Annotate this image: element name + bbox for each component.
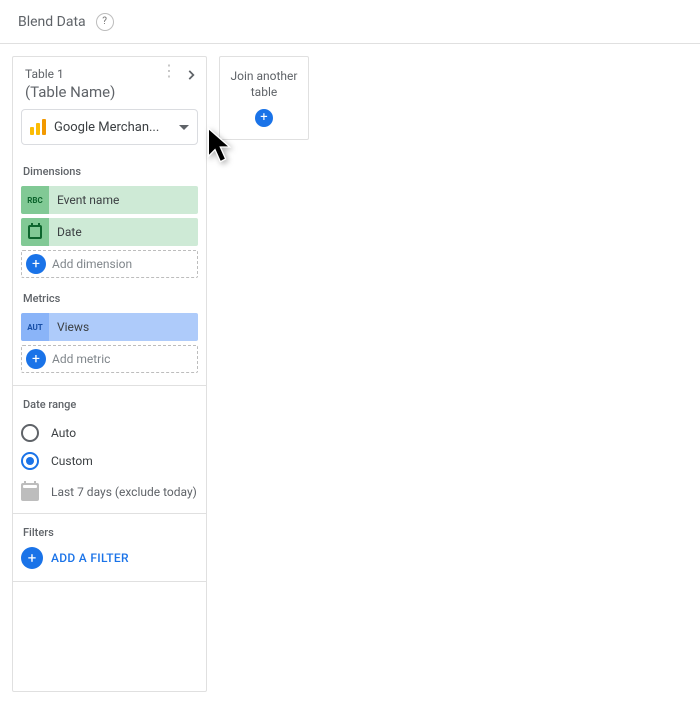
datasource-select[interactable]: Google Merchan... — [21, 109, 198, 145]
table-card: Table 1 (Table Name) ⋮ Google Merchan...… — [12, 56, 207, 692]
filter-label: ADD A FILTER — [51, 551, 129, 565]
field-label: Event name — [49, 186, 198, 214]
date-range-label: Date range — [21, 398, 198, 411]
plus-icon: + — [26, 254, 46, 274]
dimensions-section: Dimensions RBC Event name Date + Add dim… — [13, 157, 206, 385]
date-range-value[interactable]: Last 7 days (exclude today) — [21, 483, 198, 501]
add-filter-button[interactable]: + ADD A FILTER — [21, 547, 198, 569]
metrics-label: Metrics — [21, 292, 198, 305]
page-title: Blend Data — [18, 14, 86, 30]
empty-area — [13, 581, 206, 691]
auto-type-icon: AUT — [21, 313, 49, 341]
add-label: Add metric — [52, 352, 110, 366]
workspace: Table 1 (Table Name) ⋮ Google Merchan...… — [0, 44, 700, 704]
filters-label: Filters — [21, 526, 198, 539]
header: Blend Data ? — [0, 0, 700, 44]
add-dimension-button[interactable]: + Add dimension — [21, 250, 198, 278]
table-name[interactable]: (Table Name) — [25, 83, 194, 101]
help-icon[interactable]: ? — [96, 13, 114, 31]
metric-field[interactable]: AUT Views — [21, 313, 198, 341]
table-header: Table 1 (Table Name) ⋮ — [13, 57, 206, 109]
radio-icon — [21, 452, 39, 470]
radio-label: Custom — [51, 454, 93, 468]
plus-icon: + — [26, 349, 46, 369]
range-text: Last 7 days (exclude today) — [51, 485, 197, 499]
dropdown-arrow-icon — [179, 125, 189, 130]
datasource-label: Google Merchan... — [54, 120, 171, 135]
radio-auto[interactable]: Auto — [21, 419, 198, 447]
dimension-field[interactable]: RBC Event name — [21, 186, 198, 214]
calendar-icon — [21, 483, 39, 501]
text-type-icon: RBC — [21, 186, 49, 214]
add-metric-button[interactable]: + Add metric — [21, 345, 198, 373]
dimensions-label: Dimensions — [21, 165, 198, 178]
filters-section: Filters + ADD A FILTER — [13, 513, 206, 581]
join-table-button[interactable]: Join another table + — [219, 56, 309, 140]
plus-icon: + — [21, 547, 43, 569]
field-label: Date — [49, 218, 198, 246]
radio-custom[interactable]: Custom — [21, 447, 198, 475]
date-type-icon — [21, 218, 49, 246]
radio-icon — [21, 424, 39, 442]
plus-icon: + — [255, 109, 273, 127]
add-label: Add dimension — [52, 257, 132, 271]
chevron-right-icon[interactable] — [184, 67, 198, 86]
field-label: Views — [49, 313, 198, 341]
analytics-icon — [30, 119, 46, 135]
more-icon[interactable]: ⋮ — [161, 67, 176, 75]
dimension-field[interactable]: Date — [21, 218, 198, 246]
join-label: Join another table — [220, 69, 308, 100]
radio-label: Auto — [51, 426, 76, 440]
date-range-section: Date range Auto Custom Last 7 days (excl… — [13, 385, 206, 513]
